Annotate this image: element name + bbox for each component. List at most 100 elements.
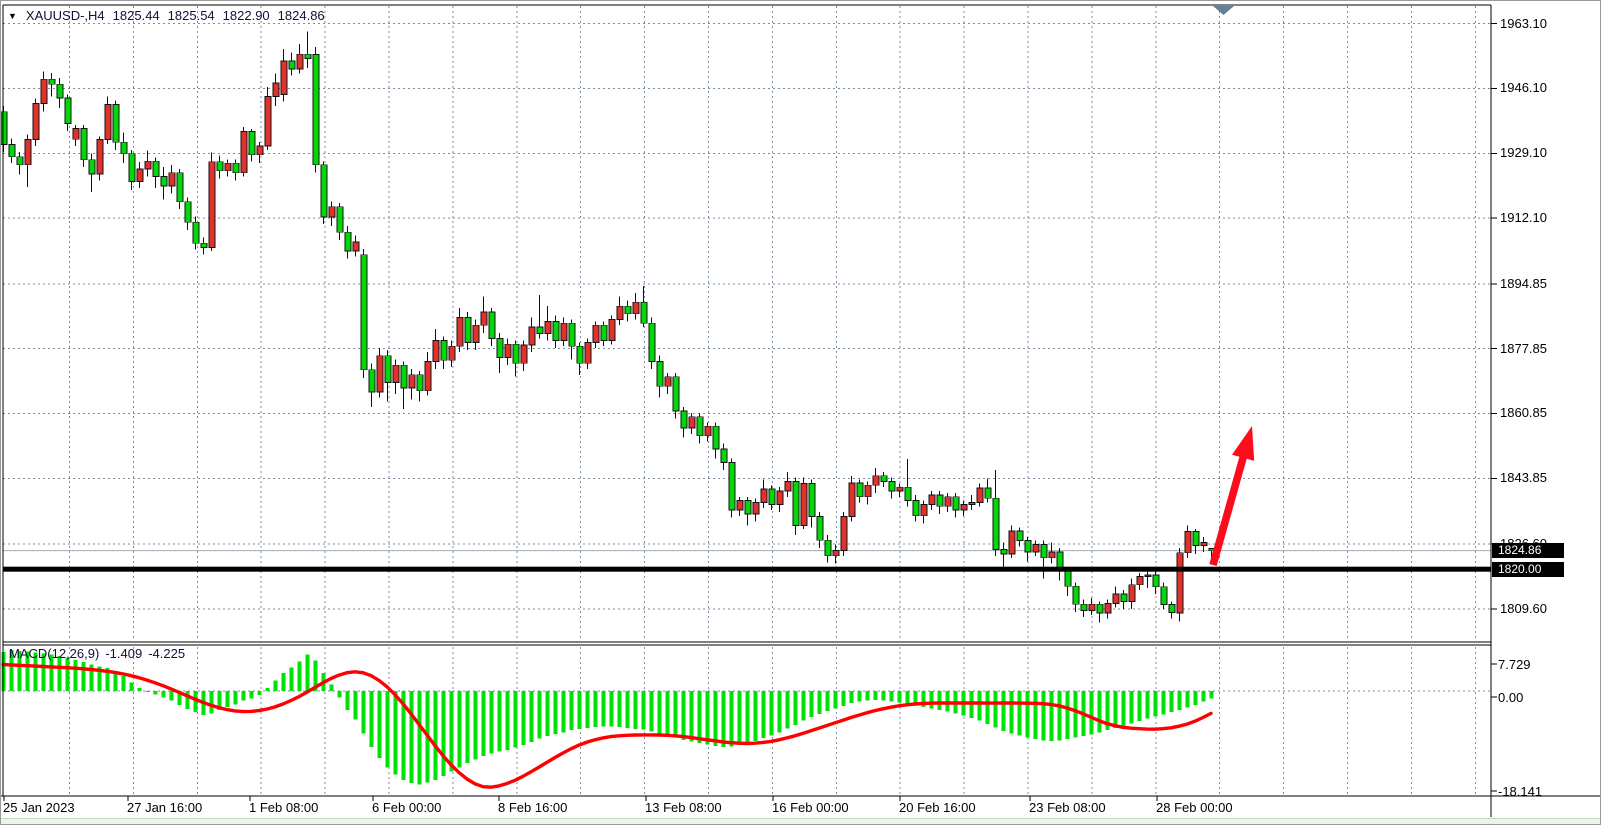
candle xyxy=(937,495,943,506)
time-axis-label: 20 Feb 16:00 xyxy=(899,800,976,815)
candle xyxy=(337,207,343,233)
candle xyxy=(793,482,799,526)
price-axis-label: 1963.10 xyxy=(1500,16,1547,31)
price-axis-label: 1894.85 xyxy=(1500,276,1547,291)
candle xyxy=(1025,541,1031,552)
candle xyxy=(361,255,367,370)
candle xyxy=(169,173,175,186)
candle xyxy=(217,162,223,171)
candle xyxy=(777,491,783,504)
macd-axis-label: 0.00 xyxy=(1498,690,1523,705)
candle xyxy=(193,222,199,243)
candle xyxy=(969,502,975,504)
time-axis-label: 28 Feb 00:00 xyxy=(1156,800,1233,815)
candle xyxy=(81,129,87,160)
candle xyxy=(817,517,823,541)
macd-main-value: -1.409 xyxy=(105,646,142,661)
candle xyxy=(1153,575,1159,587)
ohlc-low: 1822.90 xyxy=(223,8,270,23)
candle xyxy=(977,488,983,502)
candle xyxy=(753,502,759,513)
candle xyxy=(857,483,863,497)
trend-arrow xyxy=(1209,426,1254,566)
candle xyxy=(57,84,63,98)
candle xyxy=(305,54,311,58)
candle xyxy=(1097,604,1103,613)
candle xyxy=(993,498,999,549)
candle xyxy=(665,377,671,387)
candle xyxy=(121,142,127,153)
candle xyxy=(729,462,735,510)
candle xyxy=(41,79,47,103)
candle xyxy=(1193,531,1199,545)
candle xyxy=(945,497,951,507)
candle xyxy=(929,495,935,505)
candle xyxy=(841,517,847,551)
candle xyxy=(489,312,495,339)
grid-layer xyxy=(3,6,1491,795)
candle xyxy=(129,154,135,182)
scroll-marker-icon xyxy=(1213,6,1234,15)
candle xyxy=(1041,544,1047,557)
ohlc-close: 1824.86 xyxy=(278,8,325,23)
candle xyxy=(209,162,215,248)
candle xyxy=(1201,543,1207,546)
macd-indicator-label: MACD(12,26,9) -1.409 -4.225 xyxy=(9,646,185,661)
candle xyxy=(25,140,31,165)
candle xyxy=(265,96,271,146)
candle xyxy=(369,370,375,392)
candle xyxy=(905,487,911,500)
candle xyxy=(961,504,967,510)
candle xyxy=(769,489,775,504)
price-axis-label: 1929.10 xyxy=(1500,145,1547,160)
bid-price-tag: 1824.86 xyxy=(1492,543,1564,558)
ohlc-open: 1825.44 xyxy=(113,8,160,23)
time-axis-label: 27 Jan 16:00 xyxy=(127,800,202,815)
candle xyxy=(801,483,807,525)
bottom-strip xyxy=(1,818,1601,825)
candle xyxy=(697,417,703,436)
candle xyxy=(33,103,39,139)
candle xyxy=(1033,544,1039,552)
symbol-period-label: XAUUSD-,H4 xyxy=(26,8,105,23)
price-axis-label: 1946.10 xyxy=(1500,80,1547,95)
candle xyxy=(137,169,143,182)
candle xyxy=(321,165,327,217)
candle xyxy=(257,146,263,155)
macd-signal-value: -4.225 xyxy=(148,646,185,661)
price-axis-label: 1860.85 xyxy=(1500,405,1547,420)
time-axis-label: 6 Feb 00:00 xyxy=(372,800,441,815)
time-axis-label: 1 Feb 08:00 xyxy=(249,800,318,815)
candle xyxy=(353,242,359,251)
candle xyxy=(1,112,7,145)
candlestick-series xyxy=(1,32,1215,623)
candle xyxy=(625,306,631,314)
candle xyxy=(1113,594,1119,604)
candle xyxy=(473,325,479,342)
candle xyxy=(593,325,599,342)
panel-frame xyxy=(1,5,1601,817)
candle xyxy=(849,483,855,517)
candle xyxy=(249,132,255,155)
candle xyxy=(441,340,447,360)
candle xyxy=(289,61,295,69)
candle xyxy=(329,207,335,217)
support-line-1820 xyxy=(3,567,1491,572)
candle xyxy=(737,501,743,511)
candle xyxy=(1049,552,1055,558)
candle xyxy=(497,339,503,358)
candle xyxy=(73,129,79,140)
candle xyxy=(409,375,415,388)
candle xyxy=(785,482,791,492)
candle xyxy=(865,485,871,496)
chart-canvas[interactable] xyxy=(1,1,1601,825)
mt4-chart-window: ▼ XAUUSD-,H4 1825.44 1825.54 1822.90 182… xyxy=(0,0,1601,825)
candle xyxy=(481,312,487,325)
candle xyxy=(649,323,655,361)
candle xyxy=(537,327,543,333)
candle xyxy=(721,449,727,462)
candle xyxy=(601,325,607,340)
candle xyxy=(49,79,55,84)
candle xyxy=(689,417,695,428)
candle xyxy=(145,161,151,169)
